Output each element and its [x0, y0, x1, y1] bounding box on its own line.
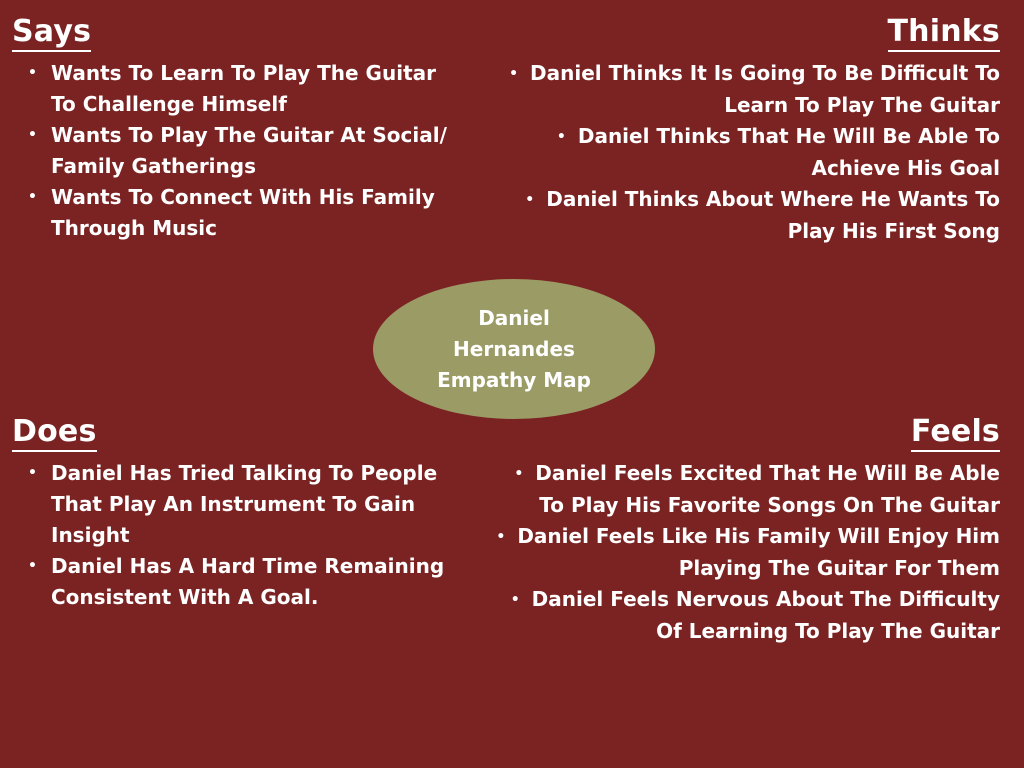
feels-item: • Daniel Feels Excited That He Will Be Ab… — [488, 458, 1000, 521]
bullet-icon: • — [510, 592, 520, 608]
thinks-item-text: Daniel Thinks It Is Going To Be Difficul… — [530, 61, 1000, 117]
center-title: Daniel Hernandes Empathy Map — [437, 305, 591, 392]
feels-item-text: Daniel Feels Excited That He Will Be Abl… — [535, 461, 1000, 517]
empathy-map-slide: Says Wants To Learn To Play The Guitar T… — [0, 0, 1024, 768]
says-list: Wants To Learn To Play The Guitar To Cha… — [12, 58, 462, 244]
feels-item-text: Daniel Feels Nervous About The Difficult… — [531, 587, 1000, 643]
does-item: Daniel Has A Hard Time Remaining Consist… — [12, 551, 462, 613]
feels-section: Feels • Daniel Feels Excited That He Will… — [488, 414, 1000, 647]
feels-item-text: Daniel Feels Like His Family Will Enjoy … — [517, 524, 1000, 580]
bullet-icon: • — [496, 529, 506, 545]
does-section: Does Daniel Has Tried Talking To People … — [12, 414, 462, 613]
feels-list: • Daniel Feels Excited That He Will Be Ab… — [488, 458, 1000, 647]
bullet-icon: • — [525, 192, 535, 208]
thinks-item-text: Daniel Thinks That He Will Be Able To Ac… — [577, 124, 1000, 180]
feels-item: • Daniel Feels Nervous About The Difficul… — [488, 584, 1000, 647]
thinks-list: • Daniel Thinks It Is Going To Be Difficu… — [488, 58, 1000, 247]
thinks-section: Thinks • Daniel Thinks It Is Going To Be … — [488, 14, 1000, 247]
does-heading: Does — [12, 414, 97, 452]
thinks-heading: Thinks — [887, 14, 1000, 52]
thinks-item: • Daniel Thinks About Where He Wants To P… — [488, 184, 1000, 247]
says-section: Says Wants To Learn To Play The Guitar T… — [12, 14, 462, 244]
does-list: Daniel Has Tried Talking To People That … — [12, 458, 462, 613]
says-item: Wants To Play The Guitar At Social/ Fami… — [12, 120, 462, 182]
bullet-icon: • — [556, 129, 566, 145]
says-item: Wants To Learn To Play The Guitar To Cha… — [12, 58, 462, 120]
thinks-item: • Daniel Thinks That He Will Be Able To A… — [488, 121, 1000, 184]
feels-heading: Feels — [910, 414, 1000, 452]
feels-item: • Daniel Feels Like His Family Will Enjoy… — [488, 521, 1000, 584]
thinks-item-text: Daniel Thinks About Where He Wants To Pl… — [546, 187, 1000, 243]
bullet-icon: • — [509, 66, 519, 82]
bullet-icon: • — [514, 466, 524, 482]
says-heading: Says — [12, 14, 92, 52]
says-item: Wants To Connect With His Family Through… — [12, 182, 462, 244]
thinks-item: • Daniel Thinks It Is Going To Be Difficu… — [488, 58, 1000, 121]
center-ellipse: Daniel Hernandes Empathy Map — [373, 279, 655, 419]
does-item: Daniel Has Tried Talking To People That … — [12, 458, 462, 551]
